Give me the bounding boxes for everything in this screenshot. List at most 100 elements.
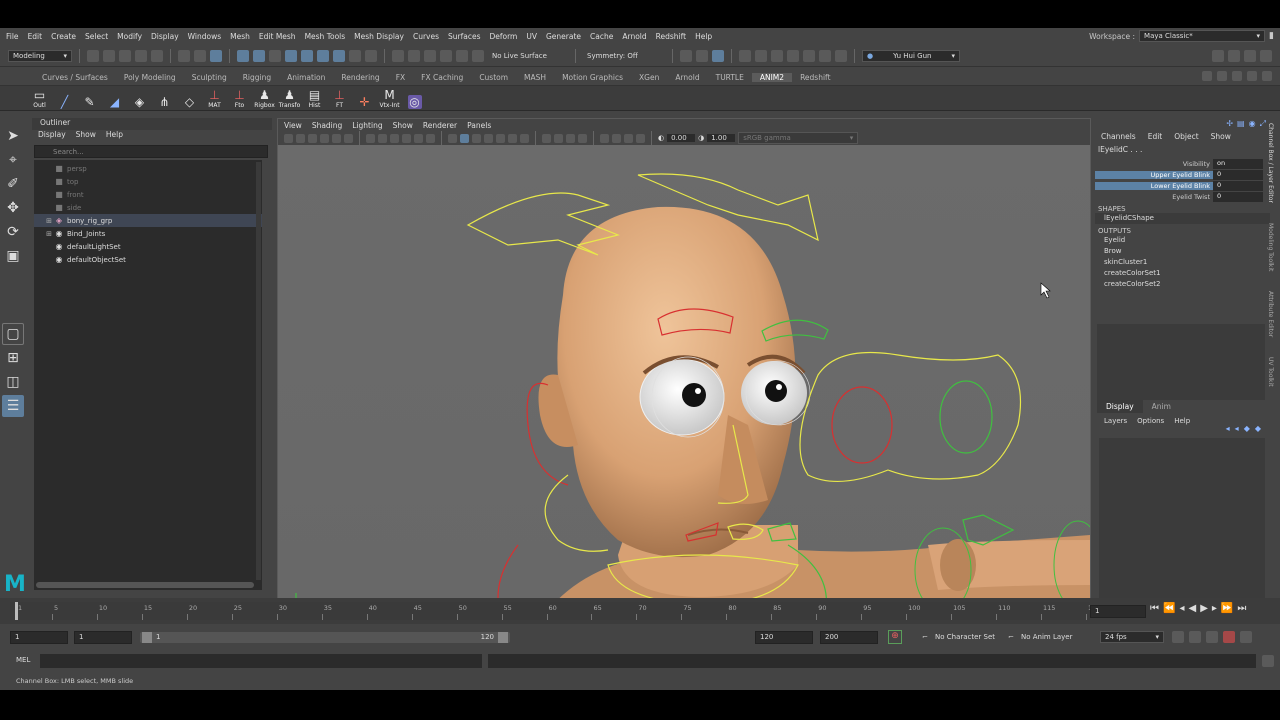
save-scene-icon[interactable] [119,49,131,62]
shadows-icon[interactable] [542,133,551,143]
attribute-value[interactable]: 0 [1213,180,1263,191]
shelf-tab-turtle[interactable]: TURTLE [708,73,752,82]
sound-icon[interactable] [1189,631,1201,643]
layout-icon[interactable] [1202,71,1212,81]
smooth-shade-icon[interactable] [460,133,469,143]
gamma-field[interactable]: 1.00 [707,134,736,142]
audio-icon[interactable] [1206,631,1218,643]
select-object-icon[interactable] [194,49,206,62]
script-editor-icon[interactable] [1262,655,1274,667]
menu-arnold[interactable]: Arnold [622,32,646,41]
shelf-outliner-button[interactable]: ▭ Outl [30,87,49,109]
viewport-menu-shading[interactable]: Shading [312,121,342,130]
film-gate-icon[interactable] [378,133,387,143]
side-tab-modeling-toolkit[interactable]: Modeling Toolkit [1267,223,1274,271]
wireframe-on-shaded-icon[interactable] [484,133,493,143]
shelf-transfo-button[interactable]: ♟ Transfo [279,87,301,109]
isolate-select-icon[interactable] [600,133,609,143]
menu-mesh-tools[interactable]: Mesh Tools [305,32,346,41]
channel-box-menu-show[interactable]: Show [1211,132,1231,141]
outliner-item[interactable]: ⊞ ◉ Bind_Joints [34,227,262,240]
go-to-end-icon[interactable]: ⏭ [1237,603,1246,614]
menu-display[interactable]: Display [151,32,179,41]
playback-start-field[interactable]: 1 [74,631,132,644]
outliner-item[interactable]: ■ top [34,175,262,188]
shelf-tab-poly-modeling[interactable]: Poly Modeling [116,73,184,82]
snap-point-icon[interactable] [424,49,436,62]
lights-icon[interactable] [520,133,529,143]
attribute-editor-toggle-icon[interactable] [1228,50,1240,62]
menu-curves[interactable]: Curves [413,32,439,41]
layer-menu-options[interactable]: Options [1137,417,1164,425]
play-backward-icon[interactable]: ◀ [1188,603,1196,614]
shelf-hist-button[interactable]: ▤ Hist [305,87,324,109]
rotate-tool-icon[interactable]: ⟳ [2,221,24,243]
new-layer-selected-icon[interactable]: ◆ [1255,424,1261,433]
shelf-tab-redshift[interactable]: Redshift [792,73,838,82]
outliner-item[interactable]: ⊞ ◈ bony_rig_grp [34,214,262,227]
outliner-menu-show[interactable]: Show [76,130,96,142]
shelf-tab-curves-surfaces[interactable]: Curves / Surfaces [34,73,116,82]
preferences-icon[interactable] [1240,631,1252,643]
shelf-tool-button[interactable]: ✛ [355,87,374,109]
shelf-vtx-int-button[interactable]: M Vtx-Int [379,87,399,109]
shelf-rigbox-button[interactable]: ♟ Rigbox [254,87,275,109]
move-tool-icon[interactable]: ✥ [2,197,24,219]
attribute-value[interactable]: on [1213,158,1263,169]
shelf-tab-fx[interactable]: FX [388,73,413,82]
menu-deform[interactable]: Deform [489,32,517,41]
menu-create[interactable]: Create [51,32,76,41]
live-surface-field[interactable]: No Live Surface [488,49,568,62]
time-slider[interactable]: 1 5 10 15 20 25 30 35 40 45 50 55 60 65 70 75 80 85 90 95 10… [0,598,1280,624]
node-name[interactable]: lEyelidC . . . [1095,141,1270,154]
viewport-menu-renderer[interactable]: Renderer [423,121,457,130]
redshift-render-icon[interactable] [819,49,831,62]
snap-live-icon[interactable] [456,49,468,62]
xray-icon[interactable] [496,133,505,143]
outliner-menu-help[interactable]: Help [106,130,123,142]
shelf-tab-custom[interactable]: Custom [471,73,516,82]
gate-mask-icon[interactable] [402,133,411,143]
range-start-handle[interactable] [142,632,152,643]
viewport-menu-view[interactable]: View [284,121,302,130]
outliner-search-input[interactable]: Search... [34,145,268,158]
grease-pencil-icon[interactable] [344,133,353,143]
input-ops-icon[interactable] [696,49,708,62]
select-by-joint-icon[interactable] [253,49,265,62]
animation-start-field[interactable]: 1 [10,631,68,644]
viewport-menu-show[interactable]: Show [393,121,413,130]
shelf-tab-mash[interactable]: MASH [516,73,554,82]
select-by-curve-icon[interactable] [269,49,281,62]
menu-select[interactable]: Select [85,32,108,41]
wireframe-icon[interactable] [448,133,457,143]
step-forward-frame-icon[interactable]: ▸ [1212,603,1217,614]
menu-help[interactable]: Help [695,32,712,41]
pin-icon[interactable]: ✢ [1226,119,1233,129]
new-layer-icon[interactable]: ◆ [1244,424,1250,433]
exposure-field[interactable]: 0.00 [667,134,696,142]
render-view-icon[interactable] [739,49,751,62]
shelf-tab-xgen[interactable]: XGen [631,73,667,82]
layout-icon[interactable] [1247,71,1257,81]
move-layer-down-icon[interactable]: ◂ [1235,424,1239,433]
menu-surfaces[interactable]: Surfaces [448,32,480,41]
side-tab-channel-box[interactable]: Channel Box / Layer Editor [1267,123,1274,203]
menu-modify[interactable]: Modify [117,32,142,41]
scale-tool-icon[interactable]: ▣ [2,245,24,267]
safe-action-icon[interactable] [426,133,435,143]
menu-windows[interactable]: Windows [188,32,221,41]
lock-icon[interactable]: ▮ [1269,31,1274,41]
depth-of-field-icon[interactable] [636,133,645,143]
snap-grid-icon[interactable] [392,49,404,62]
image-plane-icon[interactable] [320,133,329,143]
single-view-icon[interactable]: ▢ [2,323,24,345]
expand-icon[interactable]: ⊞ [44,217,54,225]
outliner-item[interactable]: ■ front [34,188,262,201]
layer-menu-layers[interactable]: Layers [1104,417,1127,425]
range-slider-bar[interactable]: 1 120 [140,632,510,643]
output-node[interactable]: createColorSet2 [1095,279,1270,290]
attribute-row[interactable]: Upper Eyelid Blink 0 [1095,169,1270,180]
menu-cache[interactable]: Cache [590,32,613,41]
two-view-icon[interactable]: ◫ [2,371,24,393]
go-to-start-icon[interactable]: ⏮ [1150,603,1159,614]
